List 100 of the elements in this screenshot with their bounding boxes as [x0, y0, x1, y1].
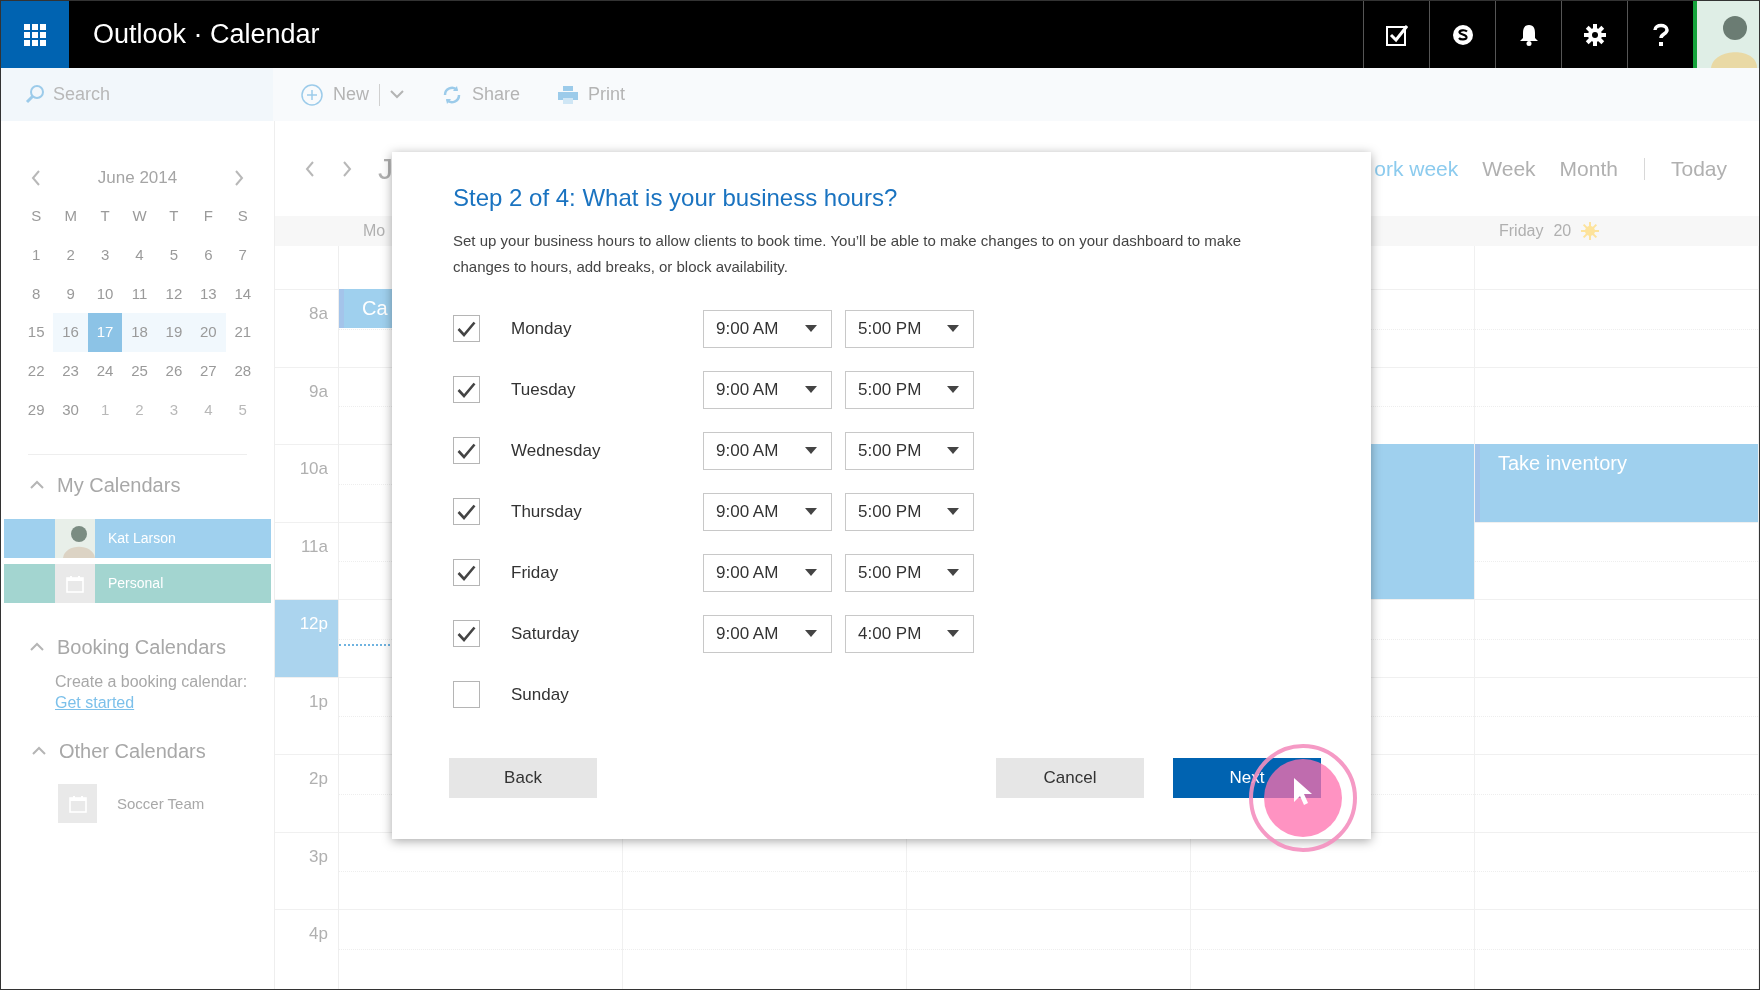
sun-icon: [1581, 222, 1600, 240]
dialog-description: Set up your business hours to allow clients to book time. You’ll be able to make changes to on your dashboard to make changes to hours, add breaks, or block availability.: [453, 231, 1242, 277]
checkmark-icon: [457, 320, 476, 337]
date-cell[interactable]: 7: [225, 236, 260, 275]
hour-label: 3p: [275, 831, 338, 909]
date-cell[interactable]: 27: [191, 352, 226, 391]
section-title: Other Calendars: [59, 739, 206, 765]
caret-icon: [947, 325, 959, 332]
start-time-dropdown[interactable]: 9:00 AM: [703, 431, 832, 470]
day-header: Friday: [1499, 221, 1544, 241]
help-icon: [1652, 22, 1669, 47]
day-name: Saturday: [511, 622, 581, 645]
date-cell[interactable]: 18: [122, 313, 157, 353]
end-time-dropdown[interactable]: 5:00 PM: [845, 431, 974, 470]
date-cell[interactable]: 21: [225, 313, 260, 353]
avatar-icon: [55, 519, 95, 559]
date-cell[interactable]: 1: [87, 390, 123, 430]
calendar-event[interactable]: Take inventory: [1475, 444, 1758, 522]
print-button[interactable]: Print: [558, 81, 626, 108]
share-button[interactable]: Share: [442, 81, 521, 108]
calendar-item[interactable]: Personal: [4, 564, 271, 604]
date-cell[interactable]: 26: [156, 352, 192, 391]
skype-icon: [1451, 23, 1474, 46]
search-field[interactable]: Search: [1, 68, 273, 121]
caret-icon: [947, 569, 959, 576]
view-tab[interactable]: Month: [1559, 152, 1618, 185]
hour-label: 9a: [275, 366, 338, 444]
date-cell[interactable]: 10: [87, 274, 123, 314]
end-time-dropdown[interactable]: 4:00 PM: [845, 614, 974, 653]
date-cell[interactable]: 25: [122, 352, 157, 391]
hour-label: 8a: [275, 289, 338, 367]
date-cell[interactable]: 14: [225, 274, 260, 314]
day-name: Wednesday: [511, 439, 602, 462]
start-time-dropdown[interactable]: 9:00 AM: [703, 614, 832, 653]
end-time-dropdown[interactable]: 5:00 PM: [845, 553, 974, 592]
booking-hint: Create a booking calendar: Get started: [54, 672, 249, 714]
day-checkbox[interactable]: [453, 498, 480, 525]
view-tab[interactable]: ork week: [1374, 152, 1459, 185]
end-time-dropdown[interactable]: 5:00 PM: [845, 309, 974, 348]
get-started-link[interactable]: Get started: [55, 694, 135, 712]
checkmark-icon: [457, 564, 476, 581]
date-cell[interactable]: 19: [156, 313, 192, 353]
day-name: Friday: [511, 561, 560, 584]
date-cell[interactable]: 1: [19, 236, 54, 275]
app-launcher-button[interactable]: [1, 1, 69, 68]
date-cell[interactable]: 24: [87, 352, 123, 391]
end-time-dropdown[interactable]: 5:00 PM: [845, 492, 974, 531]
day-checkbox[interactable]: [453, 620, 480, 647]
date-cell[interactable]: 4: [122, 236, 157, 275]
date-cell[interactable]: 12: [156, 274, 192, 314]
day-name: Sunday: [511, 683, 570, 706]
calendar-item[interactable]: Kat Larson: [4, 519, 271, 559]
date-cell[interactable]: 6: [191, 236, 226, 275]
sync-icon: [442, 84, 462, 105]
date-cell[interactable]: 16: [53, 313, 88, 353]
date-cell[interactable]: 28: [225, 352, 260, 391]
caret-icon: [805, 508, 817, 515]
date-cell[interactable]: 9: [53, 274, 88, 314]
date-cell[interactable]: 29: [19, 390, 54, 430]
date-cell[interactable]: 2: [122, 390, 157, 430]
cancel-button[interactable]: Cancel: [996, 758, 1144, 798]
start-time-dropdown[interactable]: 9:00 AM: [703, 553, 832, 592]
date-cell[interactable]: 23: [53, 352, 88, 391]
weekday-label: W: [131, 206, 148, 227]
date-cell[interactable]: 11: [122, 274, 157, 314]
date-cell[interactable]: 22: [19, 352, 54, 391]
date-cell[interactable]: 2: [53, 236, 88, 275]
start-time-dropdown[interactable]: 9:00 AM: [703, 309, 832, 348]
date-cell[interactable]: 30: [53, 390, 88, 430]
day-checkbox[interactable]: [453, 315, 480, 342]
date-cell[interactable]: 20: [191, 313, 226, 353]
date-cell[interactable]: 3: [156, 390, 192, 430]
date-cell[interactable]: 5: [156, 236, 192, 275]
start-time-dropdown[interactable]: 9:00 AM: [703, 370, 832, 409]
printer-icon: [558, 85, 579, 104]
day-checkbox[interactable]: [453, 559, 480, 586]
date-cell[interactable]: 4: [191, 390, 226, 430]
date-cell[interactable]: 13: [191, 274, 226, 314]
caret-icon: [947, 508, 959, 515]
date-cell[interactable]: 5: [225, 390, 260, 430]
day-checkbox[interactable]: [453, 437, 480, 464]
date-cell[interactable]: 8: [19, 274, 54, 314]
day-checkbox[interactable]: [453, 681, 480, 708]
start-time-dropdown[interactable]: 9:00 AM: [703, 492, 832, 531]
new-button[interactable]: New: [301, 81, 369, 108]
end-time-dropdown[interactable]: 5:00 PM: [845, 370, 974, 409]
view-tab[interactable]: Week: [1482, 152, 1536, 185]
caret-icon: [805, 325, 817, 332]
profile-button[interactable]: [1693, 1, 1759, 68]
date-cell[interactable]: 17: [87, 313, 123, 353]
month-label: June 2014: [97, 167, 178, 190]
plus-icon: [301, 83, 323, 106]
calendar-item[interactable]: Soccer Team: [1, 784, 274, 824]
date-cell[interactable]: 3: [87, 236, 123, 275]
today-button[interactable]: Today: [1670, 152, 1727, 185]
day-checkbox[interactable]: [453, 376, 480, 403]
back-button[interactable]: Back: [449, 758, 597, 798]
grid-icon: [24, 23, 46, 46]
day-header: Mo: [363, 221, 386, 241]
date-cell[interactable]: 15: [19, 313, 54, 353]
